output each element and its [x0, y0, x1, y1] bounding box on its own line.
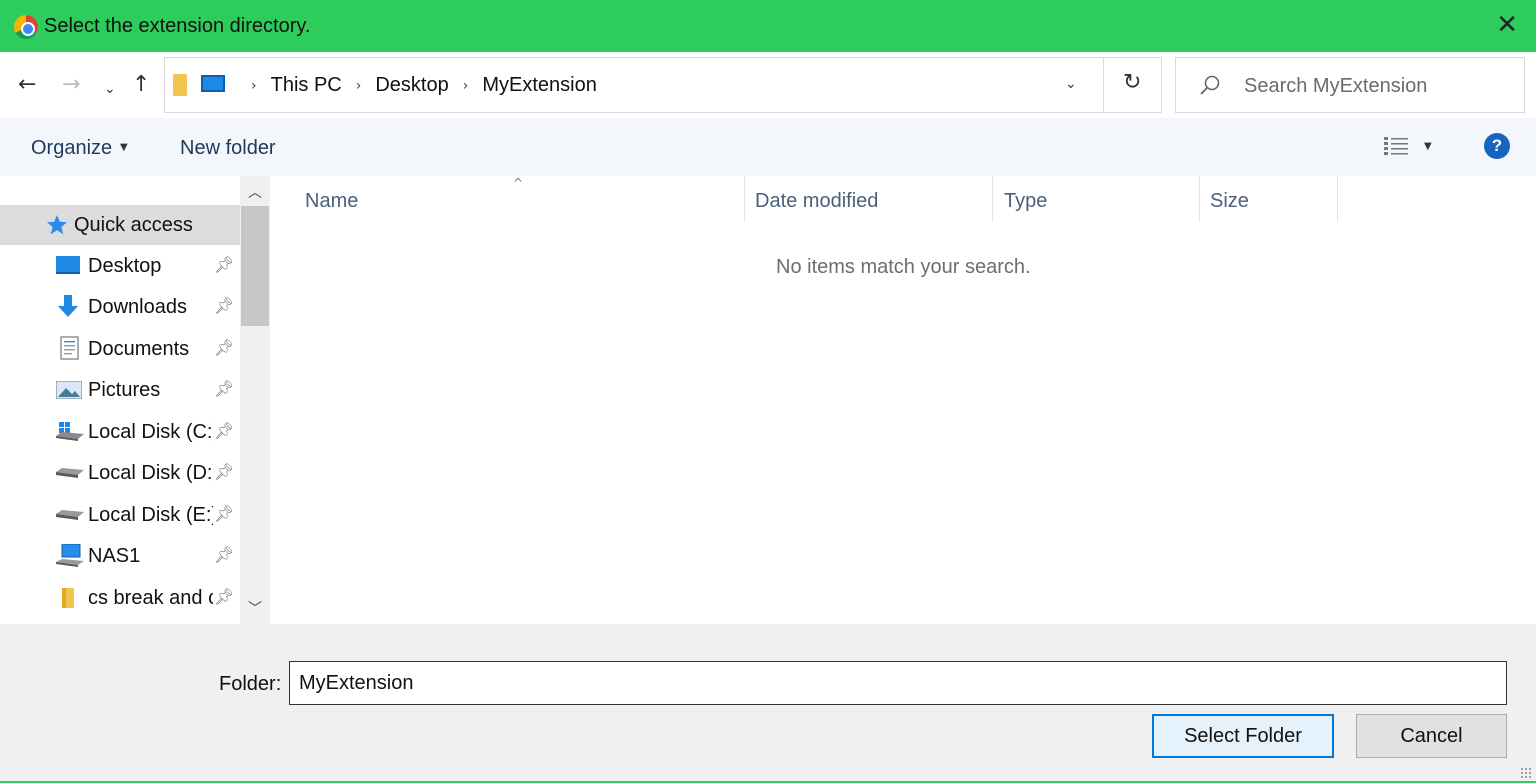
pin-icon[interactable]: 📌︎	[214, 421, 234, 440]
chevron-right-icon[interactable]: ›	[251, 78, 257, 94]
help-icon[interactable]: ?	[1484, 133, 1510, 159]
pin-icon[interactable]: 📌︎	[214, 338, 234, 357]
column-divider[interactable]	[1199, 176, 1200, 222]
sidebar-item-local-disk-e[interactable]: Local Disk (E:) 📌︎	[0, 495, 240, 535]
scroll-down-chevron-icon[interactable]: ﹀	[248, 598, 262, 618]
title-bar: Select the extension directory. ✕	[0, 0, 1536, 52]
sidebar-item-quick-access[interactable]: Quick access	[0, 205, 240, 245]
sidebar-item-label: Local Disk (C:)	[88, 421, 213, 443]
this-pc-icon	[201, 75, 225, 92]
up-arrow-icon[interactable]: ↑	[132, 72, 150, 98]
sidebar-item-nas1[interactable]: NAS1 📌︎	[0, 536, 240, 576]
new-folder-button[interactable]: New folder	[180, 137, 276, 160]
recent-locations-chevron-down-icon[interactable]: ⌄	[104, 76, 116, 102]
pin-icon[interactable]: 📌︎	[214, 255, 234, 274]
command-toolbar: Organize ▼ New folder ▼ ?	[0, 118, 1536, 176]
dialog-footer: Folder: Select Folder Cancel	[0, 624, 1536, 783]
view-options-caret-icon[interactable]: ▼	[1424, 141, 1432, 152]
forward-arrow-icon[interactable]: →	[62, 72, 80, 98]
sidebar-item-local-disk-c[interactable]: Local Disk (C:) 📌︎	[0, 412, 240, 452]
breadcrumb-this-pc[interactable]: This PC	[271, 74, 342, 97]
drive-icon	[56, 468, 84, 478]
sidebar-item-downloads[interactable]: Downloads 📌︎	[0, 287, 240, 327]
address-divider	[1103, 58, 1104, 112]
sidebar-item-label: Documents	[88, 338, 190, 360]
close-icon[interactable]: ✕	[1496, 12, 1518, 38]
windows-drive-icon	[56, 422, 84, 441]
window-title: Select the extension directory.	[44, 15, 311, 37]
chrome-icon	[14, 15, 38, 39]
column-divider[interactable]	[992, 176, 993, 222]
column-header-name[interactable]: Name	[305, 190, 358, 213]
sidebar-item-label: cs break and continue	[88, 587, 213, 609]
file-list: ^ Name Date modified Type Size No items …	[270, 176, 1536, 624]
sidebar-item-label: Pictures	[88, 379, 161, 401]
desktop-icon	[56, 256, 80, 274]
star-icon	[47, 215, 67, 235]
select-folder-button[interactable]: Select Folder	[1152, 714, 1334, 758]
drive-icon	[56, 510, 84, 520]
pin-icon[interactable]: 📌︎	[214, 462, 234, 481]
column-header-date-modified[interactable]: Date modified	[755, 190, 878, 213]
column-divider[interactable]	[744, 176, 745, 222]
pin-icon[interactable]: 📌︎	[214, 379, 234, 398]
breadcrumb: › This PC › Desktop › MyExtension	[237, 74, 597, 97]
column-header-size[interactable]: Size	[1210, 190, 1249, 213]
scroll-up-chevron-icon[interactable]: ︿	[248, 182, 262, 202]
sidebar-item-folder[interactable]: cs break and continue 📌︎	[0, 578, 240, 618]
pictures-icon	[56, 381, 82, 399]
download-icon	[58, 295, 78, 317]
address-bar[interactable]: › This PC › Desktop › MyExtension ⌄ ↻	[164, 57, 1162, 113]
view-details-icon[interactable]	[1384, 136, 1408, 156]
search-input[interactable]	[1244, 72, 1514, 100]
navigation-row: ← → ⌄ ↑ › This PC › Desktop › MyExtensio…	[0, 52, 1536, 118]
sidebar-item-pictures[interactable]: Pictures 📌︎	[0, 370, 240, 410]
organize-button[interactable]: Organize	[31, 137, 112, 160]
search-box[interactable]	[1175, 57, 1525, 113]
chevron-right-icon[interactable]: ›	[356, 78, 362, 94]
sidebar-item-label: Local Disk (E:)	[88, 504, 213, 526]
sort-ascending-icon: ^	[513, 176, 524, 190]
documents-icon	[60, 336, 79, 360]
column-divider[interactable]	[1337, 176, 1338, 222]
navigation-pane: Quick access Desktop 📌︎ Downloads 📌︎ Doc…	[0, 176, 270, 624]
refresh-icon[interactable]: ↻	[1123, 70, 1141, 95]
folder-label: Folder:	[219, 673, 282, 695]
column-header-type[interactable]: Type	[1004, 190, 1047, 213]
back-arrow-icon[interactable]: ←	[18, 72, 36, 98]
sidebar-item-label: Desktop	[88, 255, 162, 277]
sidebar-item-label: NAS1	[88, 545, 141, 567]
network-drive-icon	[56, 544, 84, 567]
organize-caret-icon[interactable]: ▼	[120, 142, 128, 153]
cancel-button[interactable]: Cancel	[1356, 714, 1507, 758]
folder-icon	[62, 588, 74, 608]
resize-grip-icon[interactable]	[1520, 767, 1532, 779]
sidebar-item-documents[interactable]: Documents 📌︎	[0, 329, 240, 369]
sidebar-item-label: Downloads	[88, 296, 187, 318]
sidebar-item-desktop[interactable]: Desktop 📌︎	[0, 246, 240, 286]
address-dropdown-chevron-icon[interactable]: ⌄	[1065, 76, 1077, 92]
folder-icon	[173, 74, 187, 96]
breadcrumb-desktop[interactable]: Desktop	[375, 74, 448, 97]
nav-pane-scrollbar[interactable]: ︿ ﹀	[240, 176, 270, 624]
pin-icon[interactable]: 📌︎	[214, 296, 234, 315]
pin-icon[interactable]: 📌︎	[214, 504, 234, 523]
folder-name-input[interactable]	[289, 661, 1507, 705]
pin-icon[interactable]: 📌︎	[214, 545, 234, 564]
empty-message: No items match your search.	[776, 256, 1031, 278]
sidebar-item-local-disk-d[interactable]: Local Disk (D:) 📌︎	[0, 453, 240, 493]
chevron-right-icon[interactable]: ›	[463, 78, 469, 94]
sidebar-item-label: Local Disk (D:)	[88, 462, 213, 484]
scrollbar-thumb[interactable]	[241, 206, 269, 326]
pin-icon[interactable]: 📌︎	[214, 587, 234, 606]
sidebar-item-label: Quick access	[74, 214, 193, 236]
breadcrumb-myextension[interactable]: MyExtension	[482, 74, 597, 97]
search-icon	[1200, 75, 1220, 95]
